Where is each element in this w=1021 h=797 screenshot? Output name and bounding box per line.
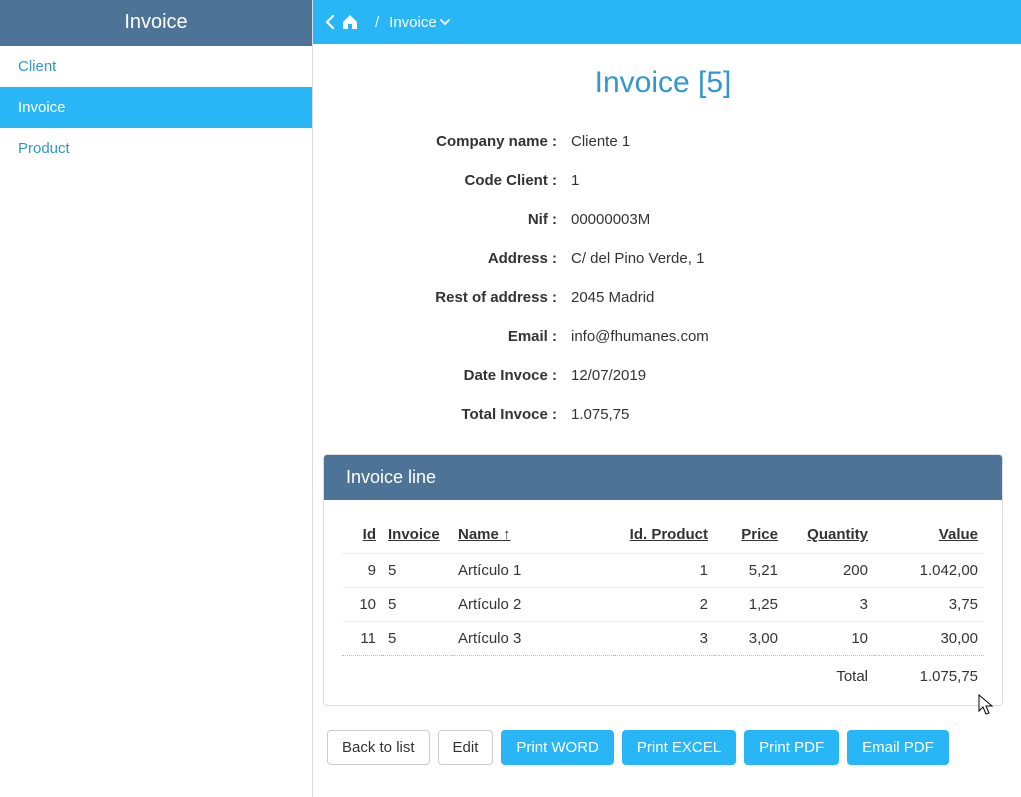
cell-invoice: 5 (382, 554, 452, 588)
edit-button[interactable]: Edit (438, 730, 494, 765)
cell-quantity: 10 (784, 622, 874, 656)
email-pdf-button[interactable]: Email PDF (847, 730, 949, 765)
col-value[interactable]: Value (874, 518, 984, 554)
cell-quantity: 3 (784, 588, 874, 622)
cell-name: Artículo 1 (452, 554, 614, 588)
label-rest-address: Rest of address : (333, 289, 563, 306)
breadcrumb-label: Invoice (389, 14, 437, 31)
cell-invoice: 5 (382, 588, 452, 622)
col-price[interactable]: Price (714, 518, 784, 554)
label-code-client: Code Client : (333, 172, 563, 189)
action-bar: Back to list Edit Print WORD Print EXCEL… (327, 730, 1003, 765)
sidebar-item-label: Product (18, 140, 70, 157)
invoice-line-table: Id Invoice Name ↑ Id. Product Price Quan… (342, 518, 984, 693)
sidebar: Invoice Client Invoice Product (0, 0, 313, 797)
main-content: / Invoice Invoice [5] Company name : Cli… (313, 0, 1021, 797)
topbar: / Invoice (313, 0, 1021, 44)
cell-price: 3,00 (714, 622, 784, 656)
sidebar-title: Invoice (0, 0, 312, 46)
total-value: 1.075,75 (874, 656, 984, 694)
cell-id: 9 (342, 554, 382, 588)
sidebar-item-product[interactable]: Product (0, 128, 312, 169)
col-name[interactable]: Name ↑ (452, 518, 614, 554)
home-icon[interactable] (341, 14, 359, 30)
label-address: Address : (333, 250, 563, 267)
sidebar-item-label: Client (18, 58, 56, 75)
print-excel-button[interactable]: Print EXCEL (622, 730, 736, 765)
invoice-line-panel: Invoice line Id Invoice Name ↑ Id. Produ… (323, 454, 1003, 706)
cell-name: Artículo 3 (452, 622, 614, 656)
col-invoice[interactable]: Invoice (382, 518, 452, 554)
col-id[interactable]: Id (342, 518, 382, 554)
cell-id: 10 (342, 588, 382, 622)
back-to-list-button[interactable]: Back to list (327, 730, 430, 765)
table-total-row: Total 1.075,75 (342, 656, 984, 694)
breadcrumb-separator: / (375, 14, 379, 31)
invoice-details: Company name : Cliente 1 Code Client : 1… (333, 122, 993, 434)
cell-price: 1,25 (714, 588, 784, 622)
print-word-button[interactable]: Print WORD (501, 730, 614, 765)
cell-value: 1.042,00 (874, 554, 984, 588)
cell-id-product: 3 (614, 622, 714, 656)
col-id-product[interactable]: Id. Product (614, 518, 714, 554)
sort-asc-icon: ↑ (503, 526, 511, 543)
cell-id: 11 (342, 622, 382, 656)
cell-value: 30,00 (874, 622, 984, 656)
cell-price: 5,21 (714, 554, 784, 588)
value-rest-address: 2045 Madrid (563, 289, 993, 306)
value-code-client: 1 (563, 172, 993, 189)
cell-id-product: 1 (614, 554, 714, 588)
table-row[interactable]: 10 5 Artículo 2 2 1,25 3 3,75 (342, 588, 984, 622)
sidebar-item-label: Invoice (18, 99, 66, 116)
label-nif: Nif : (333, 211, 563, 228)
invoice-line-title: Invoice line (324, 455, 1002, 500)
value-company-name: Cliente 1 (563, 133, 993, 150)
sidebar-item-invoice[interactable]: Invoice (0, 87, 312, 128)
col-quantity[interactable]: Quantity (784, 518, 874, 554)
value-email: info@fhumanes.com (563, 328, 993, 345)
label-total: Total Invoce : (333, 406, 563, 423)
value-total: 1.075,75 (563, 406, 993, 423)
breadcrumb-current[interactable]: Invoice (389, 14, 451, 31)
back-icon[interactable] (325, 15, 335, 29)
label-company-name: Company name : (333, 133, 563, 150)
cell-quantity: 200 (784, 554, 874, 588)
cell-id-product: 2 (614, 588, 714, 622)
page-title: Invoice [5] (323, 66, 1003, 100)
total-label: Total (342, 656, 874, 694)
print-pdf-button[interactable]: Print PDF (744, 730, 839, 765)
value-nif: 00000003M (563, 211, 993, 228)
table-row[interactable]: 9 5 Artículo 1 1 5,21 200 1.042,00 (342, 554, 984, 588)
table-row[interactable]: 11 5 Artículo 3 3 3,00 10 30,00 (342, 622, 984, 656)
value-address: C/ del Pino Verde, 1 (563, 250, 993, 267)
cell-name: Artículo 2 (452, 588, 614, 622)
chevron-down-icon (441, 20, 449, 24)
value-date: 12/07/2019 (563, 367, 993, 384)
cell-value: 3,75 (874, 588, 984, 622)
cell-invoice: 5 (382, 622, 452, 656)
label-date: Date Invoce : (333, 367, 563, 384)
sidebar-item-client[interactable]: Client (0, 46, 312, 87)
label-email: Email : (333, 328, 563, 345)
